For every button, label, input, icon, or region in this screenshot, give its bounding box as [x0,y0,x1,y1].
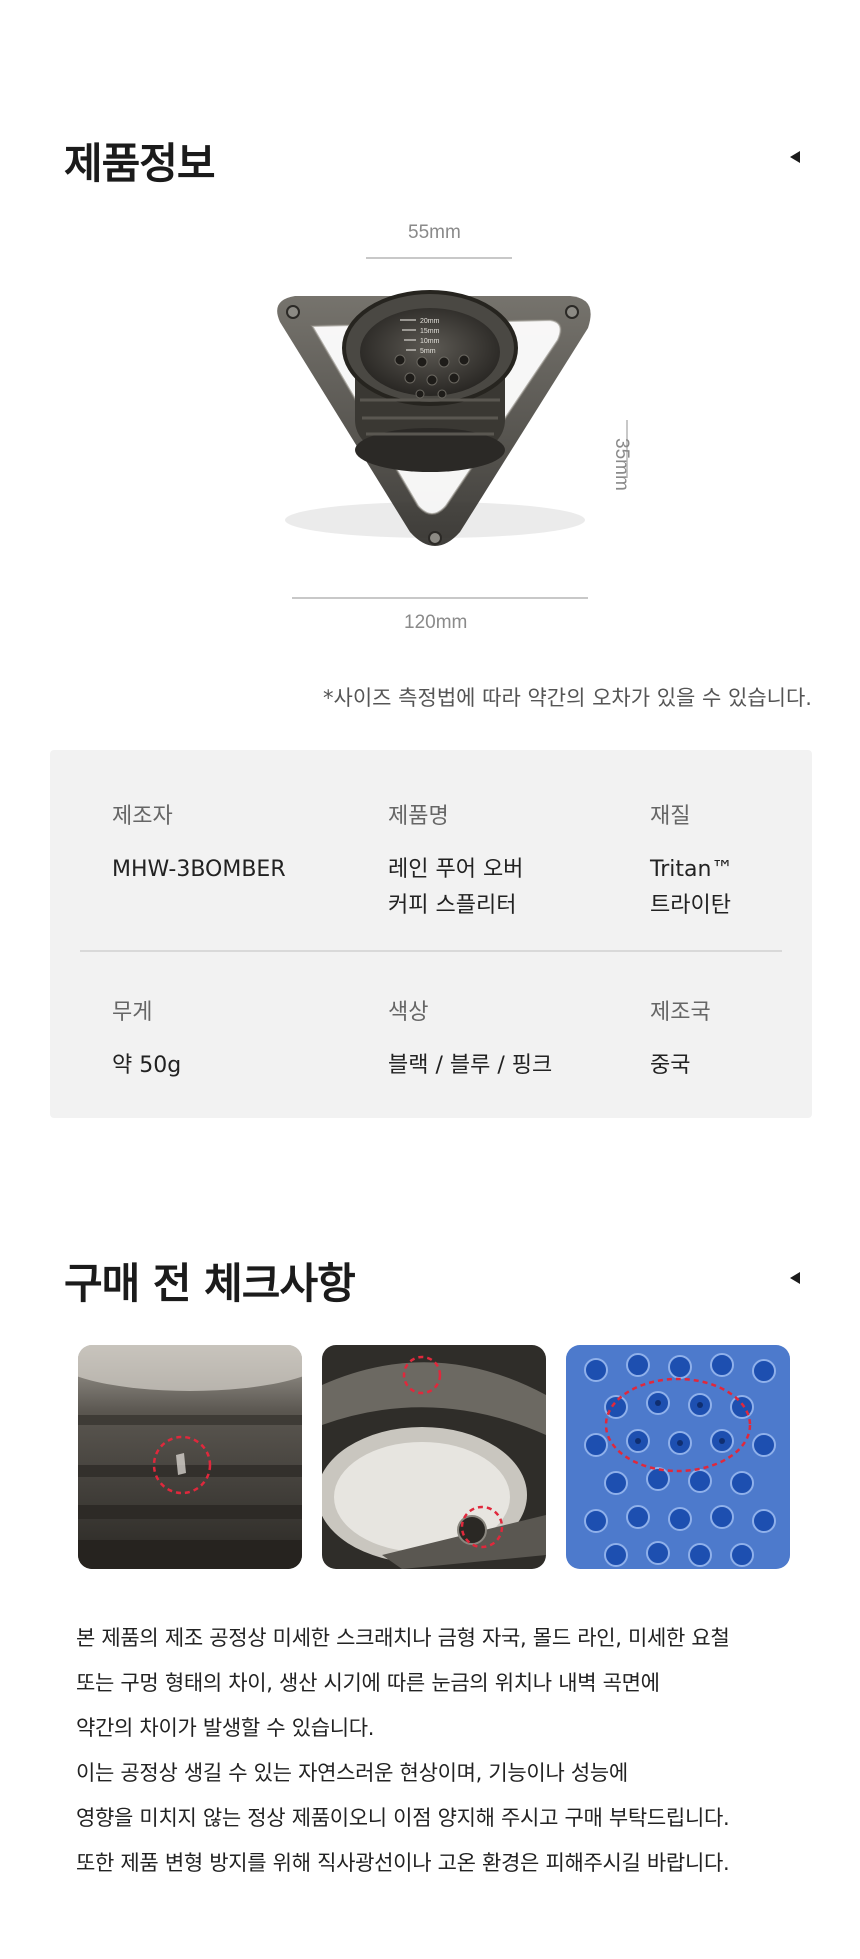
notice-line: 약간의 차이가 발생할 수 있습니다. [76,1716,375,1740]
spec-label: 제품명 [388,804,449,829]
spec-label: 무게 [112,1000,153,1025]
width-dimension-line [366,257,512,259]
product-image: 20mm 15mm 10mm 5mm [277,290,591,546]
spec-value: 중국 [650,1053,691,1078]
spec-manufacturer: 제조자 MHW-3BOMBER [112,798,286,888]
length-dimension-label: 120mm [404,612,468,633]
notice-line: 영향을 미치지 않는 정상 제품이오니 이점 양지해 주시고 구매 부탁드립니다… [76,1806,730,1830]
notice-line: 또는 구멍 형태의 차이, 생산 시기에 따른 눈금의 위치나 내벽 곡면에 [76,1671,660,1695]
notice-line: 또한 제품 변형 방지를 위해 직사광선이나 고온 환경은 피해주시길 바랍니다… [76,1851,730,1875]
ruler-mark-20: 20mm [420,318,440,325]
spec-color: 색상 블랙 / 블루 / 핑크 [388,994,552,1084]
spec-origin: 제조국 중국 [650,994,711,1084]
spec-divider [80,950,782,952]
purchase-notice: 본 제품의 제조 공정상 미세한 스크래치나 금형 자국, 몰드 라인, 미세한… [76,1616,796,1886]
spec-weight: 무게 약 50g [112,994,181,1084]
spec-value: 레인 푸어 오버 커피 스플리터 [388,857,524,918]
spec-product-name: 제품명 레인 푸어 오버 커피 스플리터 [388,798,523,924]
spec-label: 재질 [650,804,691,829]
purchase-check-collapse-icon[interactable] [790,1272,800,1284]
spec-label: 색상 [388,1000,429,1025]
notice-line: 본 제품의 제조 공정상 미세한 스크래치나 금형 자국, 몰드 라인, 미세한… [76,1626,730,1650]
spec-label: 제조국 [650,1000,711,1025]
mold-mark-photo [78,1345,302,1569]
ruler-mark-15: 15mm [420,328,440,335]
spec-value: Tritan™ 트라이탄 [650,857,734,918]
ruler-mark-10: 10mm [420,338,440,345]
width-dimension-label: 55mm [408,222,461,243]
size-disclaimer: *사이즈 측정법에 따라 약간의 오차가 있을 수 있습니다. [323,686,812,710]
spec-table: 제조자 MHW-3BOMBER 제품명 레인 푸어 오버 커피 스플리터 재질 … [50,750,812,1118]
product-info-collapse-icon[interactable] [790,151,800,163]
purchase-check-title: 구매 전 체크사항 [64,1259,356,1308]
notice-line: 이는 공정상 생길 수 있는 자연스러운 현상이며, 기능이나 성능에 [76,1761,628,1785]
spec-value: 약 50g [112,1053,182,1078]
length-dimension-line [292,597,588,599]
spec-material: 재질 Tritan™ 트라이탄 [650,798,733,924]
spec-label: 제조자 [112,804,173,829]
ruler-mark-5: 5mm [420,348,436,355]
hole-pattern-photo [566,1345,790,1569]
product-info-title: 제품정보 [64,139,216,188]
spec-value: MHW-3BOMBER [112,857,286,882]
spec-value: 블랙 / 블루 / 핑크 [388,1053,553,1078]
frame-detail-photo [322,1345,546,1569]
height-dimension-label: 35mm [611,438,632,491]
